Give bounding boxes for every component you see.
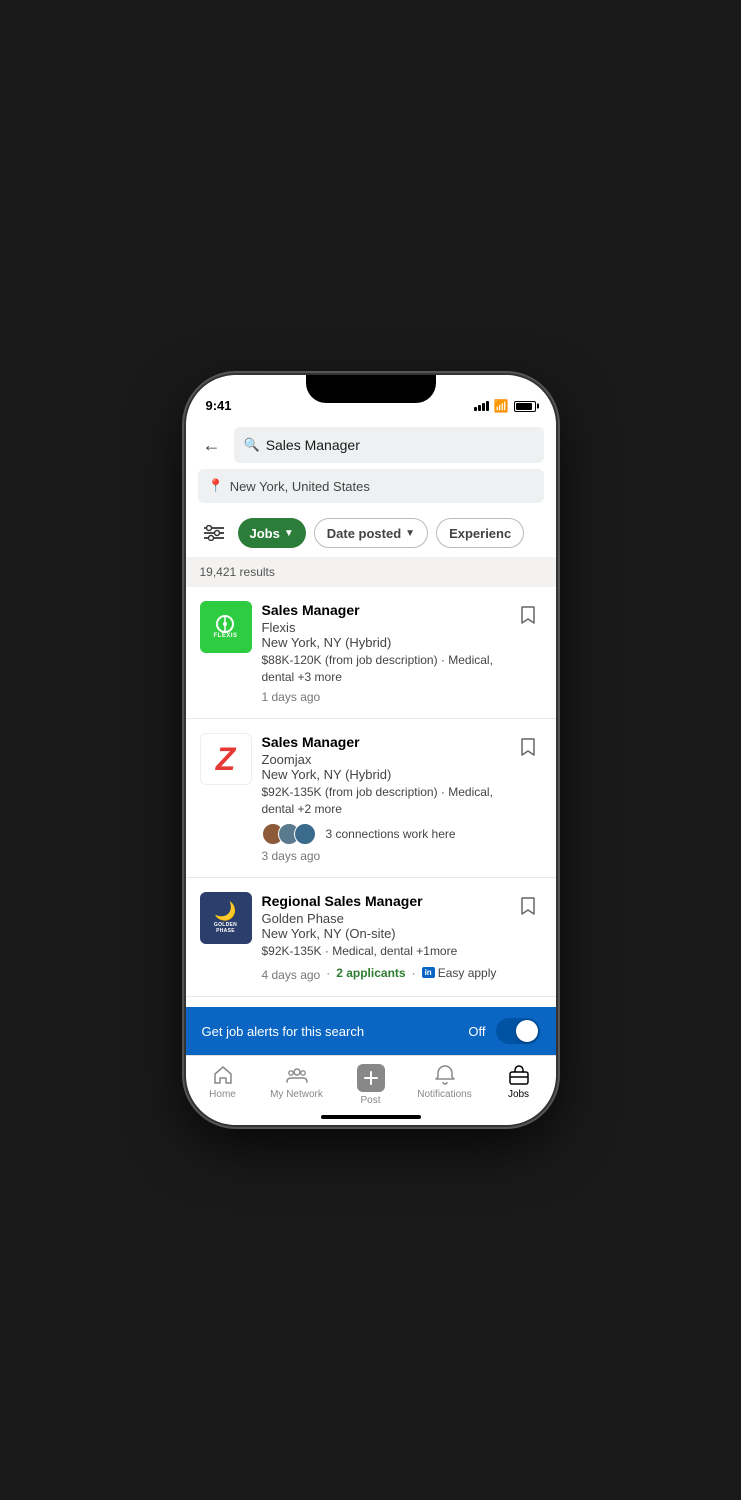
company-logo-flexis: FLEXIS	[200, 601, 252, 653]
bookmark-icon	[520, 896, 536, 916]
bookmark-button[interactable]	[514, 733, 542, 761]
table-row[interactable]: E Sales Specialist Energence New York, N…	[186, 997, 556, 1007]
connection-avatar	[294, 823, 316, 845]
filter-bar: Jobs ▼ Date posted ▼ Experienc	[186, 509, 556, 557]
location-icon: 📍	[208, 478, 224, 494]
nav-home-label: Home	[209, 1089, 236, 1100]
job-info: Sales Manager Zoomjax New York, NY (Hybr…	[262, 733, 504, 863]
toggle-knob	[516, 1020, 538, 1042]
separator: ·	[326, 966, 330, 980]
bookmark-icon	[520, 605, 536, 625]
job-title: Regional Sales Manager	[262, 892, 504, 910]
jobs-icon	[508, 1064, 530, 1086]
applicants-count: 2 applicants	[336, 966, 405, 980]
job-title: Sales Manager	[262, 601, 504, 619]
job-salary: $88K-120K (from job description) · Medic…	[262, 652, 504, 686]
bookmark-button[interactable]	[514, 601, 542, 629]
job-meta-row: 4 days ago · 2 applicants · in Easy appl…	[262, 964, 504, 982]
linkedin-badge: in	[422, 967, 435, 978]
nav-post-label: Post	[360, 1095, 380, 1106]
search-header: ← 🔍 Sales Manager 📍 New York, United Sta…	[186, 419, 556, 509]
nav-item-notifications[interactable]: Notifications	[408, 1064, 482, 1100]
nav-item-home[interactable]: Home	[186, 1064, 260, 1100]
signal-bars-icon	[474, 401, 489, 411]
nav-item-my-network[interactable]: My Network	[260, 1064, 334, 1100]
search-query-text: Sales Manager	[266, 437, 360, 453]
alert-toggle-group: Off	[468, 1018, 539, 1044]
alert-toggle[interactable]	[496, 1018, 540, 1044]
job-posted-time: 1 days ago	[262, 690, 504, 704]
job-alerts-banner: Get job alerts for this search Off	[186, 1007, 556, 1055]
job-salary: $92K-135K · Medical, dental +1more	[262, 943, 504, 960]
table-row[interactable]: Z Sales Manager Zoomjax New York, NY (Hy…	[186, 719, 556, 878]
nav-notifications-label: Notifications	[417, 1089, 471, 1100]
easy-apply-badge: in Easy apply	[422, 966, 497, 980]
date-posted-filter-pill[interactable]: Date posted ▼	[314, 518, 428, 548]
company-logo-golden-phase: 🌙 GOLDENPHASE	[200, 892, 252, 944]
nav-jobs-label: Jobs	[508, 1089, 529, 1100]
bookmark-button[interactable]	[514, 892, 542, 920]
jobs-filter-arrow: ▼	[284, 528, 294, 539]
sliders-icon	[204, 525, 224, 541]
job-salary: $92K-135K (from job description) · Medic…	[262, 784, 504, 818]
search-icon: 🔍	[244, 437, 260, 453]
jobs-list: FLEXIS Sales Manager Flexis New York, NY…	[186, 587, 556, 1007]
job-location: New York, NY (Hybrid)	[262, 767, 504, 782]
job-company: Golden Phase	[262, 911, 504, 926]
alert-status-text: Off	[468, 1024, 485, 1039]
job-info: Sales Manager Flexis New York, NY (Hybri…	[262, 601, 504, 704]
plus-icon	[364, 1071, 378, 1085]
back-button[interactable]: ←	[198, 431, 226, 459]
table-row[interactable]: FLEXIS Sales Manager Flexis New York, NY…	[186, 587, 556, 719]
location-input[interactable]: 📍 New York, United States	[198, 469, 544, 503]
connection-avatars	[262, 823, 310, 845]
flexis-logo-icon	[213, 615, 237, 633]
separator: ·	[412, 966, 416, 980]
job-connections: 3 connections work here	[262, 823, 504, 845]
notifications-icon	[434, 1064, 456, 1086]
nav-item-post[interactable]: Post	[334, 1064, 408, 1106]
table-row[interactable]: 🌙 GOLDENPHASE Regional Sales Manager Gol…	[186, 878, 556, 997]
status-icons: 📶	[474, 399, 536, 413]
results-count: 19,421 results	[200, 565, 275, 579]
location-text: New York, United States	[230, 479, 370, 494]
battery-icon	[514, 401, 536, 412]
filter-icon-button[interactable]	[198, 517, 230, 549]
job-title: Sales Manager	[262, 733, 504, 751]
experience-filter-pill[interactable]: Experienc	[436, 518, 524, 548]
experience-label: Experienc	[449, 526, 511, 541]
company-logo-zoomjax: Z	[200, 733, 252, 785]
date-posted-arrow: ▼	[405, 528, 415, 539]
home-indicator	[321, 1115, 421, 1119]
job-location: New York, NY (Hybrid)	[262, 635, 504, 650]
wifi-icon: 📶	[494, 399, 509, 413]
post-icon	[357, 1064, 385, 1092]
job-info: Regional Sales Manager Golden Phase New …	[262, 892, 504, 982]
my-network-icon	[286, 1064, 308, 1086]
alert-banner-text: Get job alerts for this search	[202, 1024, 365, 1039]
easy-apply-text: Easy apply	[438, 966, 497, 980]
job-posted-time: 3 days ago	[262, 849, 504, 863]
job-company: Flexis	[262, 620, 504, 635]
nav-my-network-label: My Network	[270, 1089, 323, 1100]
bookmark-icon	[520, 737, 536, 757]
nav-item-jobs[interactable]: Jobs	[482, 1064, 556, 1100]
jobs-filter-pill[interactable]: Jobs ▼	[238, 518, 306, 548]
date-posted-label: Date posted	[327, 526, 401, 541]
job-posted-time: 4 days ago	[262, 968, 321, 982]
home-icon	[212, 1064, 234, 1086]
search-input[interactable]: 🔍 Sales Manager	[234, 427, 544, 463]
jobs-filter-label: Jobs	[250, 526, 280, 541]
job-location: New York, NY (On-site)	[262, 926, 504, 941]
connections-text: 3 connections work here	[326, 827, 456, 841]
results-bar: 19,421 results	[186, 557, 556, 587]
status-time: 9:41	[206, 398, 232, 413]
job-company: Zoomjax	[262, 752, 504, 767]
